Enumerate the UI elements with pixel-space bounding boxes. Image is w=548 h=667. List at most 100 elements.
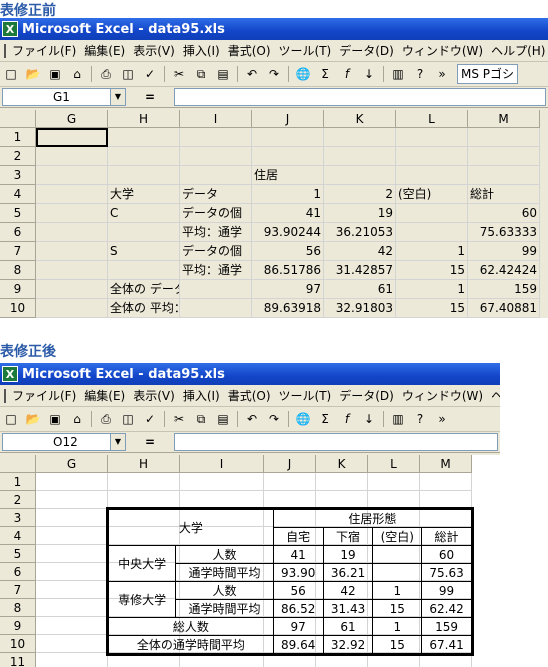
column-header-K[interactable]: K (316, 455, 368, 473)
residence-subheader[interactable]: (空白) (372, 527, 423, 546)
column-header-L[interactable]: L (396, 110, 468, 128)
cell-L8[interactable]: 15 (396, 261, 468, 280)
value-cell[interactable]: 31.43 (322, 599, 374, 618)
row-header-3[interactable]: 3 (0, 166, 36, 185)
cell-I11[interactable] (180, 653, 264, 667)
total-value-cell[interactable]: 97 (272, 617, 324, 636)
row-header-10[interactable]: 10 (0, 299, 36, 318)
print-icon[interactable]: ⎙ (97, 65, 115, 83)
cell-L1[interactable] (368, 473, 420, 491)
cell-K1[interactable] (324, 128, 396, 147)
cell-G3[interactable] (36, 166, 108, 185)
cell-J10[interactable]: 89.63918 (252, 299, 324, 318)
row-header-6[interactable]: 6 (0, 223, 36, 242)
corner-select-all[interactable] (0, 455, 36, 473)
row-header-11[interactable]: 11 (0, 653, 36, 667)
metric-label[interactable]: 人数 (175, 545, 274, 564)
cell-J1[interactable] (264, 473, 316, 491)
permission-icon[interactable]: ⌂ (68, 65, 86, 83)
workbook-icon[interactable] (4, 388, 6, 403)
value-cell[interactable]: 99 (421, 581, 472, 600)
chevron-down-icon[interactable]: ▼ (110, 434, 125, 450)
total-value-cell[interactable]: 61 (322, 617, 374, 636)
cell-J9[interactable]: 97 (252, 280, 324, 299)
sort-ascending-icon[interactable]: ↓ (360, 65, 378, 83)
cell-I10[interactable] (180, 299, 252, 318)
value-cell[interactable]: 42 (322, 581, 374, 600)
value-cell[interactable]: 19 (322, 545, 374, 564)
total-value-cell[interactable]: 159 (421, 617, 472, 636)
cut-icon[interactable]: ✂ (170, 410, 188, 428)
cell-G6[interactable] (36, 223, 108, 242)
print-preview-icon[interactable]: ◫ (119, 410, 137, 428)
cell-H1[interactable] (108, 473, 180, 491)
cell-L5[interactable] (396, 204, 468, 223)
column-header-J[interactable]: J (252, 110, 324, 128)
cell-G1[interactable] (36, 473, 108, 491)
autosum-icon[interactable]: Σ (316, 65, 334, 83)
cell-J4[interactable]: 1 (252, 185, 324, 204)
cell-L10[interactable]: 15 (396, 299, 468, 318)
cell-J1[interactable] (252, 128, 324, 147)
cell-G5[interactable] (36, 204, 108, 223)
toolbar-overflow-icon[interactable]: » (433, 65, 451, 83)
menu-view[interactable]: 表示(V) (129, 42, 179, 59)
menu-tools[interactable]: ツール(T) (275, 387, 336, 404)
new-icon[interactable]: □ (2, 65, 20, 83)
cell-M2[interactable] (468, 147, 540, 166)
cell-J2[interactable] (264, 491, 316, 509)
spelling-icon[interactable]: ✓ (141, 410, 159, 428)
menu-edit[interactable]: 編集(E) (80, 387, 129, 404)
university-header[interactable]: 大学 (108, 509, 274, 546)
cell-K1[interactable] (316, 473, 368, 491)
metric-label[interactable]: 人数 (175, 581, 274, 600)
menu-data[interactable]: データ(D) (335, 387, 398, 404)
total-label[interactable]: 総人数 (108, 617, 274, 636)
cell-G11[interactable] (36, 653, 108, 667)
cell-M11[interactable] (420, 653, 472, 667)
value-cell[interactable]: 41 (272, 545, 324, 564)
cell-I6[interactable]: 平均：通学 (180, 223, 252, 242)
cell-I2[interactable] (180, 147, 252, 166)
cell-G4[interactable] (36, 185, 108, 204)
cell-K4[interactable]: 2 (324, 185, 396, 204)
cell-J5[interactable]: 41 (252, 204, 324, 223)
cell-L6[interactable] (396, 223, 468, 242)
row-header-9[interactable]: 9 (0, 280, 36, 299)
cell-H10[interactable]: 全体の 平均：通学時間 (108, 299, 180, 318)
spelling-icon[interactable]: ✓ (141, 65, 159, 83)
column-header-I[interactable]: I (180, 110, 252, 128)
cell-H6[interactable] (108, 223, 180, 242)
row-header-7[interactable]: 7 (0, 581, 36, 599)
cell-K3[interactable] (324, 166, 396, 185)
cell-H2[interactable] (108, 491, 180, 509)
row-header-8[interactable]: 8 (0, 599, 36, 617)
cell-L2[interactable] (368, 491, 420, 509)
row-header-2[interactable]: 2 (0, 491, 36, 509)
cell-H4[interactable]: 大学 (108, 185, 180, 204)
menu-help[interactable]: ヘルプ(H (487, 387, 500, 404)
value-cell[interactable]: 1 (372, 581, 423, 600)
value-cell[interactable]: 36.21 (322, 563, 374, 582)
cell-M7[interactable]: 99 (468, 242, 540, 261)
cell-H9[interactable]: 全体の データの個数： (108, 280, 180, 299)
menu-data[interactable]: データ(D) (335, 42, 398, 59)
residence-subheader[interactable]: 自宅 (272, 527, 324, 546)
cell-K6[interactable]: 36.21053 (324, 223, 396, 242)
font-name-box[interactable]: MS Pゴシ (457, 64, 519, 84)
cell-K11[interactable] (316, 653, 368, 667)
menu-file[interactable]: ファイル(F) (8, 42, 80, 59)
paste-icon[interactable]: ▤ (214, 65, 232, 83)
cell-I8[interactable]: 平均：通学 (180, 261, 252, 280)
cell-G10[interactable] (36, 299, 108, 318)
copy-icon[interactable]: ⧉ (192, 65, 210, 83)
cell-G9[interactable] (36, 617, 108, 635)
cell-M1[interactable] (468, 128, 540, 147)
row-header-5[interactable]: 5 (0, 204, 36, 223)
cell-J3[interactable]: 住居 (252, 166, 324, 185)
menu-format[interactable]: 書式(O) (224, 387, 275, 404)
autosum-icon[interactable]: Σ (316, 410, 334, 428)
cell-G2[interactable] (36, 147, 108, 166)
cell-G5[interactable] (36, 545, 108, 563)
column-header-G[interactable]: G (36, 110, 108, 128)
